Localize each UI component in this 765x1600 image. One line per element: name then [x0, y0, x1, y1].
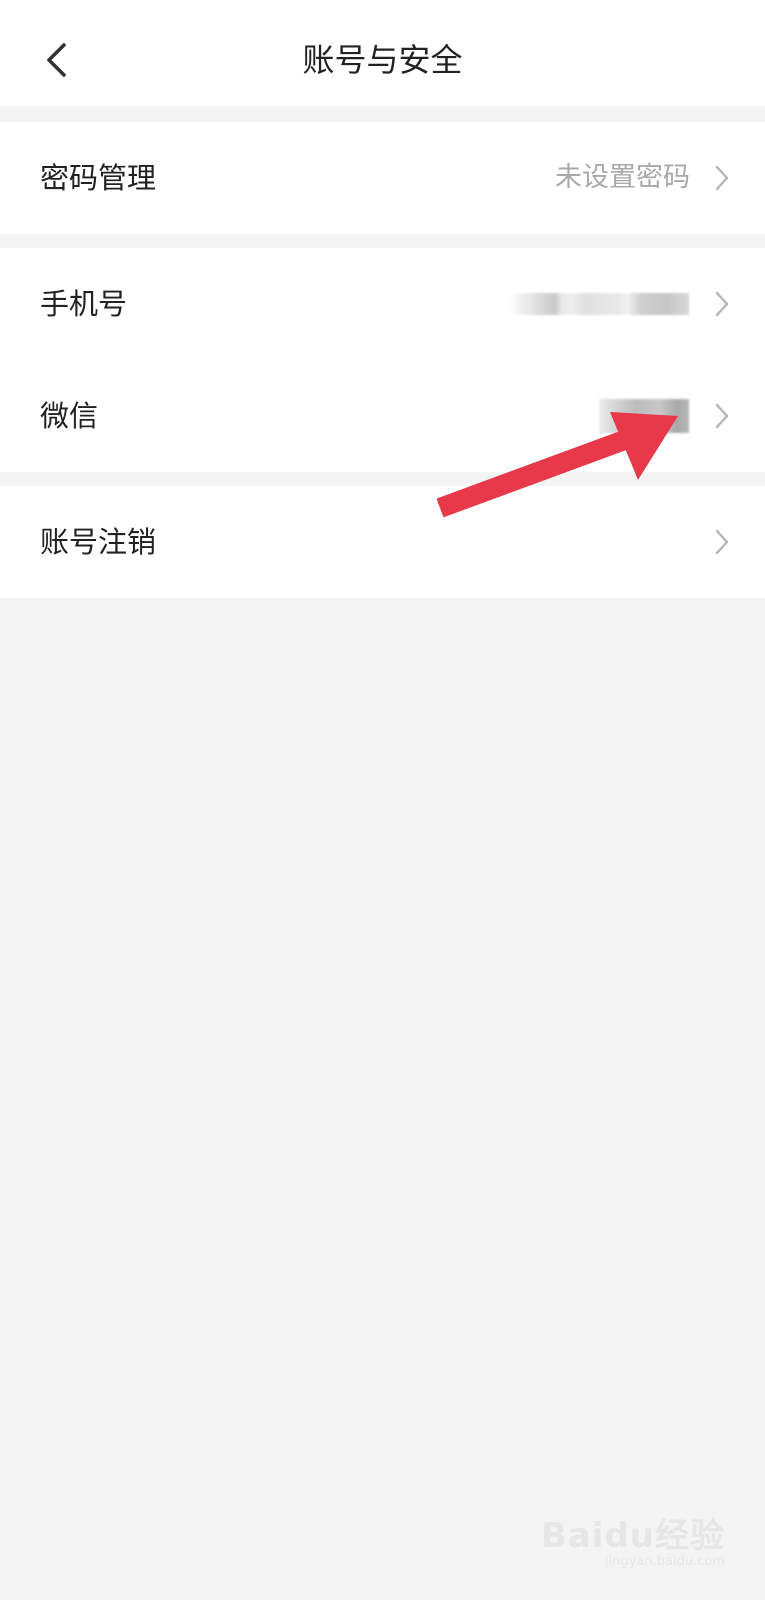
page-title: 账号与安全 — [302, 41, 463, 79]
wechat-name-redacted — [599, 399, 689, 433]
top-nav-bar: 账号与安全 — [0, 0, 765, 106]
wechat-label: 微信 — [40, 399, 99, 433]
phone-number-redacted — [509, 293, 689, 315]
wechat-row[interactable]: 微信 — [0, 360, 765, 472]
password-management-label: 密码管理 — [40, 161, 157, 195]
chevron-right-icon — [715, 403, 729, 429]
watermark-brand: Baidu经验 — [540, 1516, 725, 1556]
chevron-right-icon — [715, 529, 729, 555]
password-section: 密码管理 未设置密码 — [0, 122, 765, 234]
account-deletion-label: 账号注销 — [40, 525, 157, 559]
watermark-url: jingyan.baidu.com — [605, 1554, 725, 1569]
phone-number-label: 手机号 — [40, 287, 128, 321]
chevron-right-icon — [715, 291, 729, 317]
account-deletion-section: 账号注销 — [0, 486, 765, 598]
password-management-row[interactable]: 密码管理 未设置密码 — [0, 122, 765, 234]
bindings-section: 手机号 微信 — [0, 248, 765, 472]
watermark: Baidu经验 jingyan.baidu.com — [541, 1518, 725, 1570]
phone-number-row[interactable]: 手机号 — [0, 248, 765, 360]
account-deletion-row[interactable]: 账号注销 — [0, 486, 765, 598]
password-status-value: 未设置密码 — [555, 162, 690, 193]
chevron-right-icon — [715, 165, 729, 191]
